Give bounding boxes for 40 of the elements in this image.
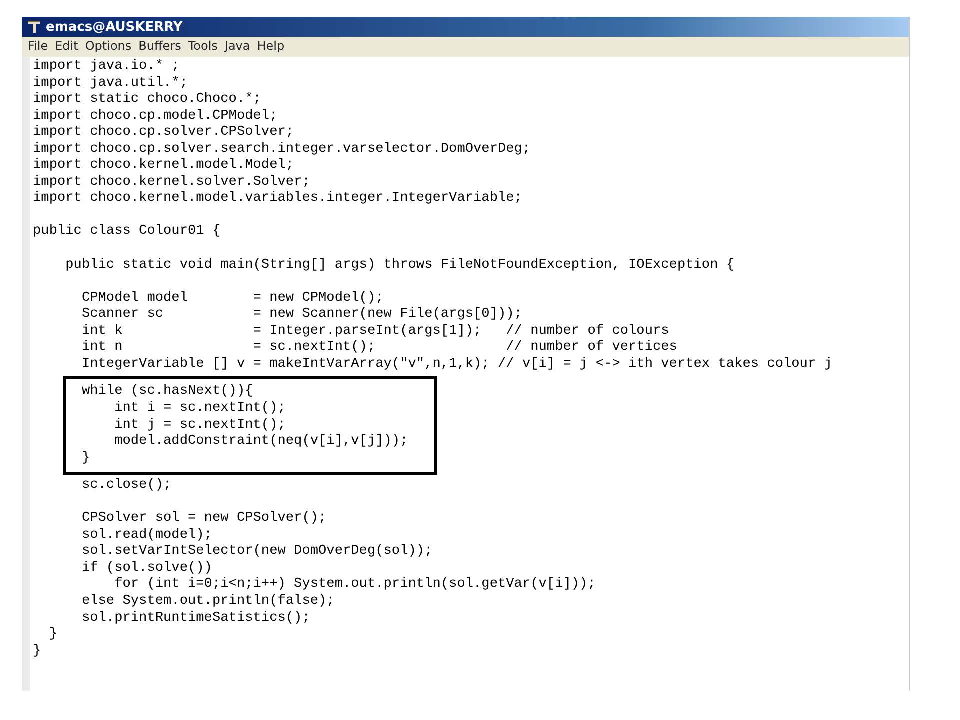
code-line: sol.setVarIntSelector(new DomOverDeg(sol));	[80, 544, 433, 561]
code-line: sol.read(model);	[80, 528, 212, 544]
menu-item[interactable]: Options	[85, 39, 137, 57]
menu-item[interactable]: Buffers	[138, 39, 186, 57]
code-line: sc.close();	[80, 478, 172, 495]
code-line: import choco.cp.solver.search.integer.varselector.DomOverDeg;	[33, 142, 531, 158]
code-line: IntegerVariable [] v = makeIntVarArray("v",n,1,k); // v[i] = j <-> ith vertex takes colour j	[80, 356, 832, 374]
code-line: import choco.cp.solver.CPSolver;	[33, 125, 294, 142]
code-line: import choco.kernel.solver.Solver;	[33, 174, 310, 191]
code-line: import choco.cp.model.CPModel;	[33, 108, 278, 125]
menu-item[interactable]: Help	[257, 39, 290, 57]
code-line: for (int i=0;i<n;i++) System.out.println(sol.getVar(v[i]));	[114, 577, 596, 594]
menu-item[interactable]: File	[28, 39, 54, 57]
code-line: }	[33, 644, 42, 660]
code-line: model.addConstraint(neq(v[i],v[j]));	[114, 434, 408, 451]
code-line: Scanner sc = new Scanner(new File(args[0]));	[80, 307, 522, 324]
app-icon	[26, 19, 42, 35]
code-line: CPSolver sol = new CPSolver();	[80, 511, 327, 528]
code-line: if (sol.solve())	[80, 560, 212, 577]
code-line: import static choco.Choco.*;	[33, 92, 262, 109]
code-line: sol.printRuntimeSatistics();	[80, 610, 310, 628]
code-line: }	[48, 627, 58, 644]
window-title: emacs@AUSKERRY	[46, 20, 183, 34]
code-line: int j = sc.nextInt();	[114, 418, 286, 434]
code-line: }	[80, 450, 90, 468]
code-line: import java.io.* ;	[33, 59, 180, 76]
code-line: public static void main(String[] args) throws FileNotFoundException, IOException {	[64, 258, 735, 274]
code-line: int i = sc.nextInt();	[114, 400, 286, 418]
code-line: int k = Integer.parseInt(args[1]); // number of colours	[80, 324, 670, 340]
menu-item[interactable]: Edit	[55, 39, 84, 57]
code-line: int n = sc.nextInt(); // number of vertices	[80, 340, 678, 357]
code-line: import choco.kernel.model.variables.integer.IntegerVariable;	[33, 191, 522, 208]
code-line: public class Colour01 {	[33, 224, 221, 242]
menu-item[interactable]: Java	[224, 39, 256, 57]
menu-item[interactable]: Tools	[188, 39, 223, 57]
code-line: CPModel model = new CPModel();	[80, 290, 384, 307]
code-line: import java.util.*;	[33, 76, 188, 92]
code-line: import choco.kernel.model.Model;	[33, 158, 294, 175]
code-line: else System.out.println(false);	[80, 594, 335, 611]
code-line: while (sc.hasNext()){	[80, 384, 254, 401]
